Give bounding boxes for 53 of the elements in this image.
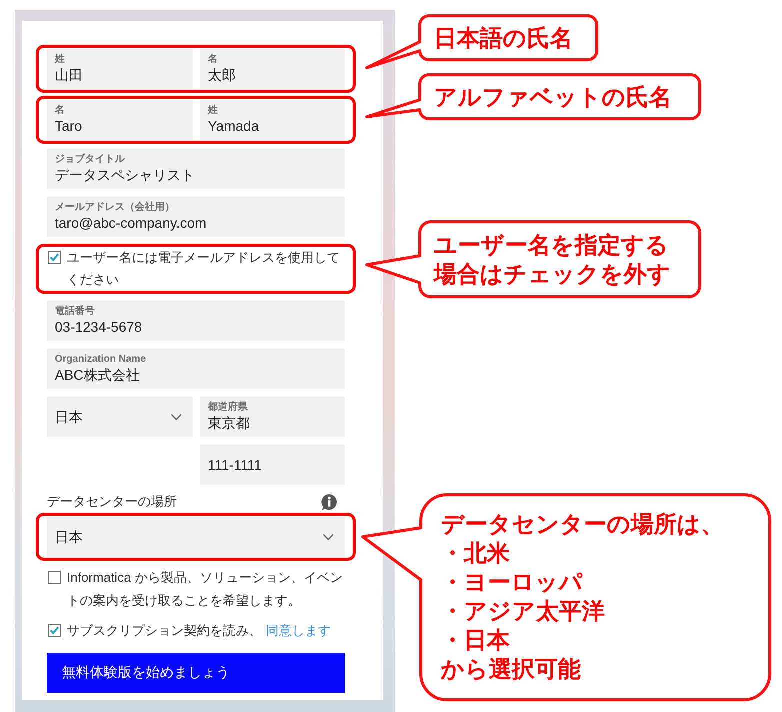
section-label: データセンターの場所 bbox=[47, 493, 177, 511]
text-field[interactable]: ジョブタイトル データスペシャリスト bbox=[47, 149, 345, 189]
checkbox-label: ユーザー名には電子メールアドレスを使用してください bbox=[67, 249, 341, 289]
field-value: Yamada bbox=[208, 117, 260, 136]
field-label: 姓 bbox=[55, 54, 65, 66]
callout-text: ・北米 bbox=[441, 538, 510, 568]
chevron-down-icon bbox=[323, 534, 334, 540]
text-field[interactable]: 都道府県 東京都 bbox=[200, 397, 345, 437]
field-value: 03-1234-5678 bbox=[55, 318, 142, 337]
field-value: データスペシャリスト bbox=[55, 166, 195, 185]
callout-text: から選択可能 bbox=[441, 654, 581, 684]
field-label: 電話番号 bbox=[55, 306, 95, 318]
text-field[interactable]: 姓 山田 bbox=[47, 49, 193, 89]
field-value: 111-1111 bbox=[208, 456, 262, 474]
chevron-down-icon bbox=[171, 414, 182, 420]
field-value: 東京都 bbox=[208, 414, 250, 433]
field-value: Taro bbox=[55, 117, 82, 136]
dropdown[interactable]: 日本 bbox=[47, 517, 345, 557]
field-value: 山田 bbox=[55, 66, 83, 85]
field-value: ABC株式会社 bbox=[55, 366, 140, 385]
text-field[interactable]: Organization Name ABC株式会社 bbox=[47, 349, 345, 389]
field-label: 名 bbox=[208, 54, 218, 66]
checkbox-label: サブスクリプション契約を読み、 同意します bbox=[67, 622, 331, 640]
text-field[interactable]: メールアドレス（会社用） taro@abc-company.com bbox=[47, 197, 345, 237]
checkbox-label: Informatica から製品、ソリューション、イベントの案内を受け取ることを希望します。 bbox=[67, 569, 344, 610]
text-field[interactable]: 111-1111 bbox=[200, 445, 345, 485]
field-label: 姓 bbox=[208, 105, 218, 117]
callout-text: ・日本 bbox=[441, 626, 510, 654]
callout-text: アルファベットの氏名 bbox=[434, 82, 672, 112]
field-label: 都道府県 bbox=[208, 402, 248, 414]
text-field[interactable]: 電話番号 03-1234-5678 bbox=[47, 301, 345, 341]
text-field[interactable]: 名 太郎 bbox=[200, 49, 345, 89]
callout-text: 日本語の氏名 bbox=[434, 24, 573, 52]
callout-text: データセンターの場所は、 bbox=[441, 510, 724, 538]
checkbox[interactable] bbox=[48, 251, 61, 264]
text-field[interactable]: 名 Taro bbox=[47, 100, 193, 140]
callout-text: ・ヨーロッパ bbox=[441, 568, 583, 596]
field-label: ジョブタイトル bbox=[55, 154, 125, 166]
dropdown[interactable]: 日本 bbox=[47, 397, 193, 437]
text-field[interactable]: 姓 Yamada bbox=[200, 100, 345, 140]
dropdown-value: 日本 bbox=[55, 528, 83, 546]
field-label: 名 bbox=[55, 105, 65, 117]
checkbox[interactable] bbox=[48, 624, 61, 637]
callout-text: ユーザー名を指定する場合はチェックを外す bbox=[434, 230, 672, 288]
field-label: メールアドレス（会社用） bbox=[55, 202, 175, 214]
dropdown-value: 日本 bbox=[55, 408, 83, 426]
field-value: taro@abc-company.com bbox=[55, 214, 207, 233]
field-label: Organization Name bbox=[55, 354, 146, 366]
callout-text: ・アジア太平洋 bbox=[441, 596, 605, 626]
info-icon[interactable] bbox=[321, 494, 338, 510]
field-value: 太郎 bbox=[208, 66, 236, 85]
checkbox[interactable] bbox=[48, 571, 61, 584]
start-trial-button[interactable]: 無料体験版を始めましょう bbox=[47, 653, 345, 693]
